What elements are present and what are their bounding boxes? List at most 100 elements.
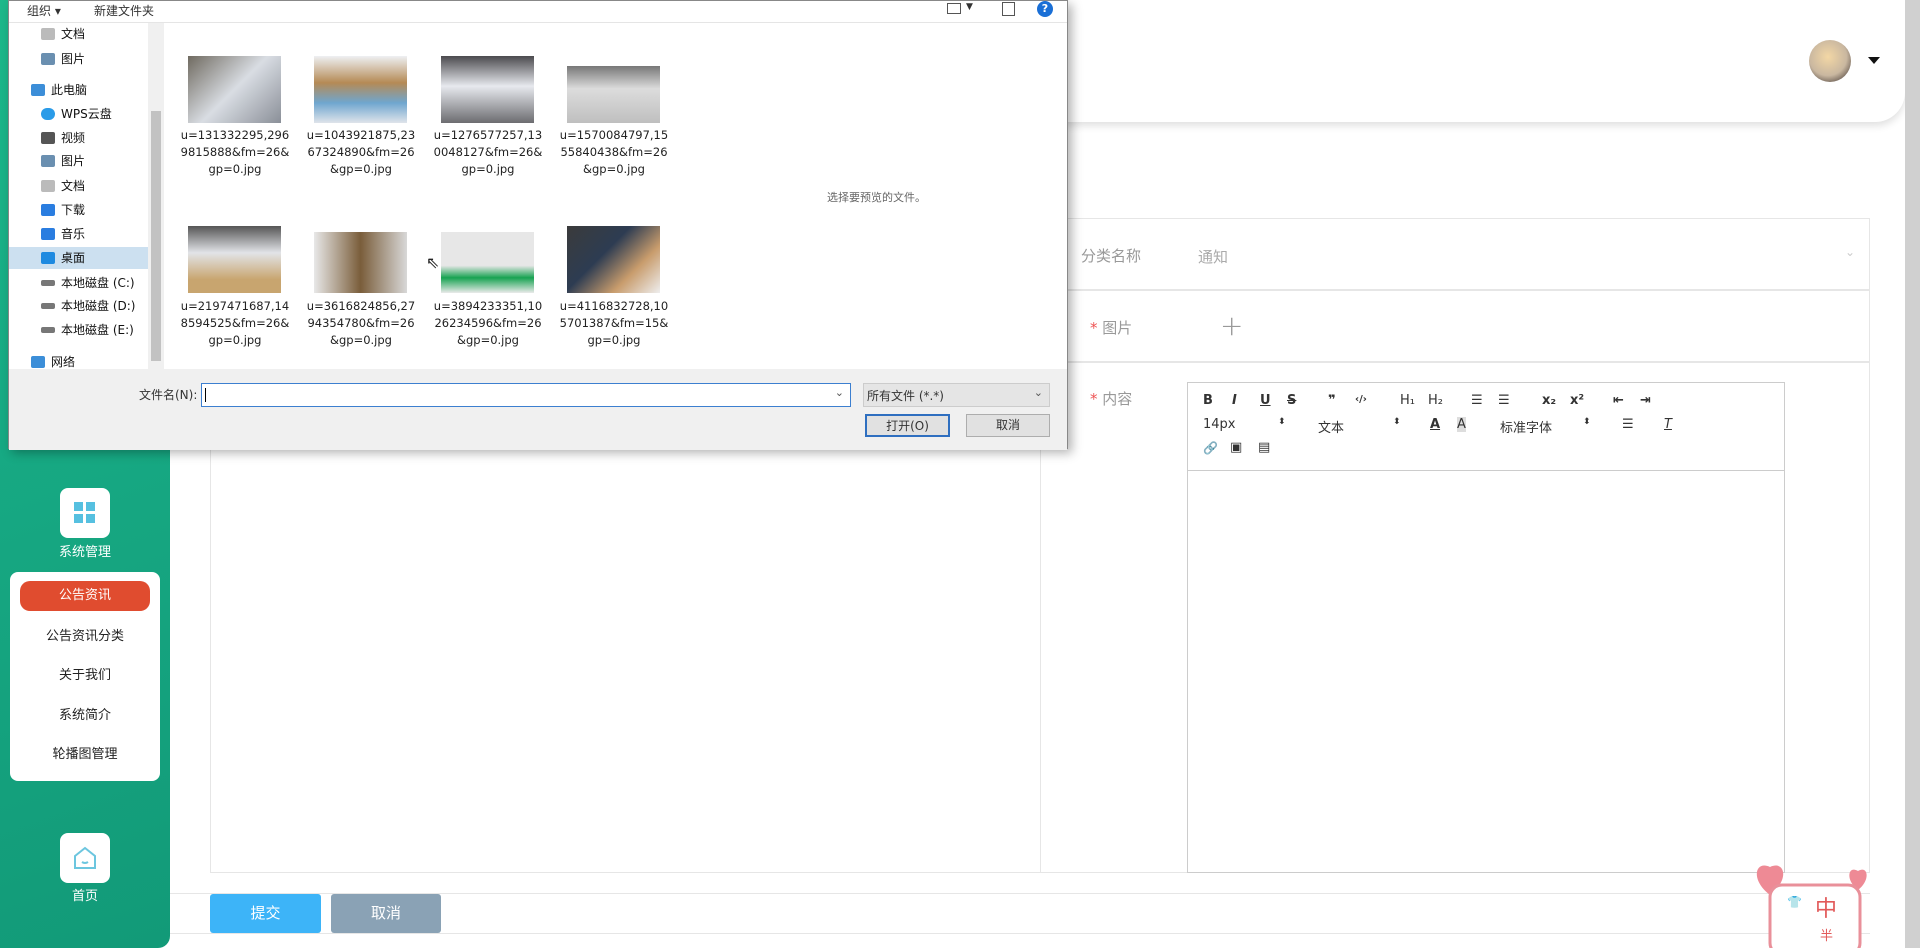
file-thumbnail[interactable] bbox=[567, 66, 660, 123]
nav-item[interactable]: 文档 bbox=[9, 175, 148, 197]
nav-item[interactable]: 此电脑 bbox=[9, 79, 148, 101]
font-family-select[interactable]: 标准字体 bbox=[1500, 417, 1552, 436]
block-format-select[interactable]: 文本 bbox=[1318, 417, 1344, 436]
nav-item[interactable]: 本地磁盘 (E:) bbox=[9, 319, 148, 341]
file-thumbnail[interactable] bbox=[567, 226, 660, 293]
menu-item-system-intro[interactable]: 系统简介 bbox=[20, 701, 150, 731]
file-name[interactable]: u=131332295,2969815888&fm=26&gp=0.jpg bbox=[180, 127, 290, 178]
home-label[interactable]: 首页 bbox=[0, 885, 170, 904]
h1-icon[interactable]: H₁ bbox=[1400, 393, 1415, 408]
file-name[interactable]: u=1043921875,2367324890&fm=26&gp=0.jpg bbox=[306, 127, 416, 178]
video-icon[interactable]: ▤ bbox=[1258, 440, 1270, 455]
nav-label: 本地磁盘 (E:) bbox=[61, 323, 134, 337]
file-name[interactable]: u=3894233351,1026234596&fm=26&gp=0.jpg bbox=[433, 298, 543, 349]
download-icon bbox=[41, 204, 55, 216]
file-name[interactable]: u=1570084797,1555840438&fm=26&gp=0.jpg bbox=[559, 127, 669, 178]
dialog-cancel-button[interactable]: 取消 bbox=[966, 414, 1050, 437]
updown-icon: ⬍ bbox=[1393, 417, 1401, 427]
help-icon[interactable]: ? bbox=[1037, 1, 1053, 17]
nav-item[interactable]: 下载 bbox=[9, 199, 148, 221]
filename-input[interactable]: ⌄ bbox=[201, 383, 851, 407]
menu-item-about-us[interactable]: 关于我们 bbox=[20, 661, 150, 691]
menu-item-announcement-categories[interactable]: 公告资讯分类 bbox=[20, 622, 150, 652]
file-thumbnail[interactable] bbox=[314, 232, 407, 293]
plus-upload-icon[interactable]: + bbox=[1220, 312, 1243, 340]
caret-down-icon[interactable] bbox=[1868, 57, 1880, 64]
nav-item[interactable]: 图片 bbox=[9, 150, 148, 172]
nav-scrollbar[interactable] bbox=[148, 23, 164, 369]
link-icon[interactable]: 🔗 bbox=[1203, 441, 1218, 455]
chevron-down-icon[interactable]: ⌄ bbox=[835, 386, 844, 399]
view-icon[interactable] bbox=[947, 3, 961, 14]
category-select[interactable]: 通知 bbox=[1198, 246, 1228, 267]
page-scrollbar[interactable] bbox=[1905, 0, 1920, 948]
dialog-footer: 文件名(N): ⌄ 所有文件 (*.*) ⌄ 打开(O) 取消 bbox=[9, 369, 1067, 450]
updown-icon: ⬍ bbox=[1278, 417, 1286, 427]
file-thumbnail[interactable] bbox=[441, 232, 534, 293]
chevron-down-icon[interactable]: ⌄ bbox=[1845, 245, 1855, 259]
text-caret bbox=[205, 388, 206, 402]
ordered-list-icon[interactable]: ☰ bbox=[1471, 393, 1483, 408]
bold-icon[interactable]: B bbox=[1203, 393, 1213, 408]
nav-label: WPS云盘 bbox=[61, 107, 112, 121]
file-thumbnail[interactable] bbox=[188, 226, 281, 293]
system-management-label[interactable]: 系统管理 bbox=[0, 541, 170, 560]
nav-item[interactable]: 文档 bbox=[9, 23, 148, 45]
file-thumbnail[interactable] bbox=[314, 56, 407, 123]
nav-item[interactable]: 本地磁盘 (D:) bbox=[9, 295, 148, 317]
indent-icon[interactable]: ⇥ bbox=[1640, 393, 1651, 408]
subscript-icon[interactable]: x₂ bbox=[1542, 393, 1556, 408]
open-button[interactable]: 打开(O) bbox=[865, 414, 950, 437]
underline-icon[interactable]: U bbox=[1260, 393, 1271, 408]
italic-icon[interactable]: I bbox=[1232, 393, 1237, 408]
nav-item[interactable]: 视频 bbox=[9, 127, 148, 149]
nav-label: 视频 bbox=[61, 131, 86, 145]
file-thumbnail[interactable] bbox=[188, 56, 281, 123]
user-avatar[interactable] bbox=[1809, 40, 1851, 82]
menu-item-carousel[interactable]: 轮播图管理 bbox=[20, 740, 150, 770]
menu-item-announcements[interactable]: 公告资讯 bbox=[20, 581, 150, 611]
outdent-icon[interactable]: ⇤ bbox=[1613, 393, 1624, 408]
preview-pane-icon[interactable] bbox=[1002, 2, 1015, 16]
nav-item[interactable]: WPS云盘 bbox=[9, 103, 148, 125]
submenu: 公告资讯 公告资讯分类 关于我们 系统简介 轮播图管理 bbox=[10, 572, 160, 781]
nav-item[interactable]: 音乐 bbox=[9, 223, 148, 245]
strike-icon[interactable]: S bbox=[1287, 393, 1296, 408]
submit-button[interactable]: 提交 bbox=[210, 894, 321, 933]
align-icon[interactable]: ☰ bbox=[1622, 417, 1634, 432]
nav-label: 音乐 bbox=[61, 227, 86, 241]
file-name[interactable]: u=3616824856,2794354780&fm=26&gp=0.jpg bbox=[306, 298, 416, 349]
cancel-button[interactable]: 取消 bbox=[331, 894, 441, 933]
document-icon bbox=[41, 28, 55, 40]
dialog-toolbar: 组织 ▾ 新建文件夹 ▼ ? bbox=[9, 1, 1067, 23]
nav-item[interactable]: 图片 bbox=[9, 48, 148, 70]
drive-icon bbox=[41, 303, 55, 309]
caret-down-icon[interactable]: ▼ bbox=[966, 2, 973, 12]
grid-icon[interactable] bbox=[60, 488, 110, 538]
bullet-list-icon[interactable]: ☰ bbox=[1498, 393, 1510, 408]
h2-icon[interactable]: H₂ bbox=[1428, 393, 1443, 408]
file-thumbnail[interactable] bbox=[441, 56, 534, 123]
font-size-select[interactable]: 14px bbox=[1203, 417, 1236, 432]
file-name[interactable]: u=2197471687,148594525&fm=26&gp=0.jpg bbox=[180, 298, 290, 349]
blockquote-icon[interactable]: ❞ bbox=[1328, 393, 1336, 408]
font-color-icon[interactable]: A bbox=[1430, 417, 1440, 432]
image-icon[interactable]: ▣ bbox=[1230, 440, 1242, 455]
code-icon[interactable]: ‹/› bbox=[1355, 394, 1367, 405]
file-type-filter[interactable]: 所有文件 (*.*) ⌄ bbox=[863, 383, 1050, 407]
file-name[interactable]: u=1276577257,130048127&fm=26&gp=0.jpg bbox=[433, 127, 543, 178]
file-name[interactable]: u=4116832728,105701387&fm=15&gp=0.jpg bbox=[559, 298, 669, 349]
organize-button[interactable]: 组织 ▾ bbox=[27, 2, 61, 19]
background-color-icon[interactable]: A bbox=[1457, 417, 1466, 432]
clear-format-icon[interactable]: T bbox=[1664, 417, 1672, 432]
nav-item-selected[interactable]: 桌面 bbox=[9, 247, 148, 269]
nav-item[interactable]: 本地磁盘 (C:) bbox=[9, 272, 148, 294]
nav-label: 文档 bbox=[61, 179, 86, 193]
rich-text-editor[interactable]: B I U S ❞ ‹/› H₁ H₂ ☰ ☰ x₂ x² ⇤ ⇥ 14px ⬍… bbox=[1187, 382, 1785, 873]
updown-icon: ⬍ bbox=[1583, 417, 1591, 427]
home-icon[interactable] bbox=[60, 833, 110, 883]
superscript-icon[interactable]: x² bbox=[1570, 393, 1584, 408]
badge-text: 半 bbox=[1820, 929, 1834, 944]
drive-icon bbox=[41, 280, 55, 286]
new-folder-button[interactable]: 新建文件夹 bbox=[94, 2, 154, 19]
